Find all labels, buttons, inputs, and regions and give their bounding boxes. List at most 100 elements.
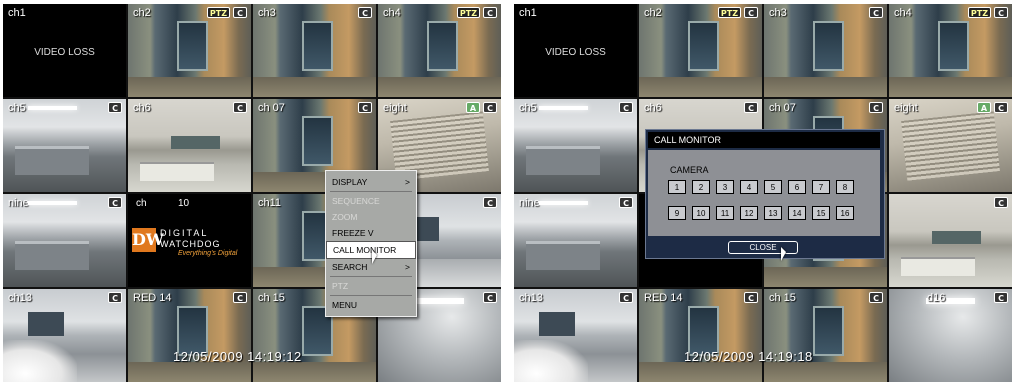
camera-tile-14[interactable]: RED 14 C	[128, 289, 251, 382]
camera-button-6[interactable]: 6	[788, 180, 806, 194]
chevron-right-icon: >	[405, 177, 410, 187]
camera-label: ch6	[133, 102, 151, 114]
camera-label: ch13	[519, 292, 543, 304]
timestamp: 12/05/2009 14:19:18	[684, 349, 813, 364]
camera-button-15[interactable]: 15	[812, 206, 830, 220]
menu-divider	[330, 191, 412, 192]
camera-label: ch 07	[769, 102, 796, 114]
camera-button-5[interactable]: 5	[764, 180, 782, 194]
mouse-cursor-icon	[372, 250, 377, 264]
camera-label: ch5	[519, 102, 537, 114]
camera-label: ch3	[769, 7, 787, 19]
camera-grid: ch1 VIDEO LOSS ch2 PTZ C ch3 C ch4 PTZ C c…	[3, 4, 501, 382]
camera-tile-1[interactable]: ch1 VIDEO LOSS	[514, 4, 637, 97]
camera-icon: C	[994, 7, 1008, 18]
camera-button-16[interactable]: 16	[836, 206, 854, 220]
camera-tile-9[interactable]: nine C	[3, 194, 126, 287]
camera-tile-15[interactable]: ch 15 C	[764, 289, 887, 382]
menu-item-label: SEQUENCE	[332, 196, 380, 206]
dialog-body: CAMERA 1 2 3 4 5 6 7 8 9 10 11 12 13 14 …	[648, 150, 880, 236]
camera-icon: C	[619, 197, 633, 208]
camera-tile-3[interactable]: ch3 C	[764, 4, 887, 97]
camera-tile-8[interactable]: eight AC	[889, 99, 1012, 192]
camera-tile-5[interactable]: ch5 C	[514, 99, 637, 192]
camera-icon: C	[483, 197, 497, 208]
camera-label: ch	[136, 198, 147, 209]
camera-label: ch3	[258, 7, 276, 19]
right-dvr-screen: ch1 VIDEO LOSS ch2 PTZ C ch3 C ch4 PTZ C c…	[514, 4, 1012, 382]
logo-mark: DW	[132, 228, 164, 252]
camera-tile-12[interactable]: C	[889, 194, 1012, 287]
menu-divider	[330, 276, 412, 277]
camera-icon: C	[233, 7, 247, 18]
menu-item-zoom[interactable]: ZOOM	[326, 209, 416, 225]
camera-tile-5[interactable]: ch5 C	[3, 99, 126, 192]
camera-icon: C	[994, 292, 1008, 303]
camera-tile-13[interactable]: ch13 C	[514, 289, 637, 382]
close-button[interactable]: CLOSE	[728, 241, 798, 254]
menu-item-display[interactable]: DISPLAY >	[326, 174, 416, 190]
camera-button-14[interactable]: 14	[788, 206, 806, 220]
camera-tile-1[interactable]: ch1 VIDEO LOSS	[3, 4, 126, 97]
video-loss-text: VIDEO LOSS	[545, 46, 606, 58]
menu-divider	[330, 295, 412, 296]
menu-item-call-monitor[interactable]: CALL MONITOR	[326, 241, 416, 259]
menu-item-sequence[interactable]: SEQUENCE	[326, 193, 416, 209]
mouse-cursor-icon	[781, 247, 786, 261]
camera-tile-6[interactable]: ch6 C	[128, 99, 251, 192]
camera-tile-2[interactable]: ch2 PTZ C	[128, 4, 251, 97]
camera-tile-14[interactable]: RED 14 C	[639, 289, 762, 382]
camera-label: nine	[519, 197, 540, 209]
camera-button-11[interactable]: 11	[716, 206, 734, 220]
camera-label: ch5	[8, 102, 26, 114]
camera-icon: C	[108, 292, 122, 303]
camera-label: ch11	[258, 197, 282, 209]
camera-label: RED 14	[133, 292, 172, 304]
ptz-icon: PTZ	[967, 7, 991, 18]
camera-button-7[interactable]: 7	[812, 180, 830, 194]
camera-label: ch 07	[258, 102, 285, 114]
camera-button-13[interactable]: 13	[764, 206, 782, 220]
camera-button-10[interactable]: 10	[692, 206, 710, 220]
menu-item-ptz[interactable]: PTZ	[326, 278, 416, 294]
camera-button-2[interactable]: 2	[692, 180, 710, 194]
camera-tile-9[interactable]: nine C	[514, 194, 637, 287]
camera-button-8[interactable]: 8	[836, 180, 854, 194]
menu-item-label: ZOOM	[332, 212, 358, 222]
camera-button-9[interactable]: 9	[668, 206, 686, 220]
camera-tile-4[interactable]: ch4 PTZ C	[378, 4, 501, 97]
camera-tile-2[interactable]: ch2 PTZ C	[639, 4, 762, 97]
camera-icon: C	[358, 7, 372, 18]
dialog-title: CALL MONITOR	[648, 132, 880, 148]
camera-button-12[interactable]: 12	[740, 206, 758, 220]
audio-icon: A	[466, 102, 480, 113]
video-loss-text: VIDEO LOSS	[34, 46, 95, 58]
menu-item-label: DISPLAY	[332, 177, 368, 187]
camera-tile-13[interactable]: ch13 C	[3, 289, 126, 382]
camera-tile-16[interactable]: d16 C	[889, 289, 1012, 382]
menu-item-menu[interactable]: MENU	[326, 297, 416, 313]
ptz-icon: PTZ	[206, 7, 230, 18]
menu-item-label: PTZ	[332, 281, 349, 291]
camera-label: ch1	[8, 7, 26, 19]
timestamp: 12/05/2009 14:19:12	[173, 349, 302, 364]
camera-tile-10[interactable]: ch 10 DW DIGITAL WATCHDOG Everything's D…	[128, 194, 251, 287]
menu-item-label: FREEZE V	[332, 228, 374, 238]
camera-tile-3[interactable]: ch3 C	[253, 4, 376, 97]
audio-icon: A	[977, 102, 991, 113]
menu-item-label: CALL MONITOR	[333, 245, 397, 255]
camera-tile-4[interactable]: ch4 PTZ C	[889, 4, 1012, 97]
menu-item-freeze[interactable]: FREEZE V	[326, 225, 416, 241]
camera-icon: C	[619, 292, 633, 303]
camera-icon: C	[619, 102, 633, 113]
menu-item-search[interactable]: SEARCH >	[326, 259, 416, 275]
camera-icon: C	[744, 102, 758, 113]
camera-label: ch2	[133, 7, 151, 19]
camera-button-3[interactable]: 3	[716, 180, 734, 194]
camera-label: ch6	[644, 102, 662, 114]
camera-button-1[interactable]: 1	[668, 180, 686, 194]
camera-label: ch2	[644, 7, 662, 19]
camera-button-4[interactable]: 4	[740, 180, 758, 194]
call-monitor-dialog: CALL MONITOR CAMERA 1 2 3 4 5 6 7 8 9 10…	[645, 129, 885, 259]
camera-icon: C	[358, 102, 372, 113]
